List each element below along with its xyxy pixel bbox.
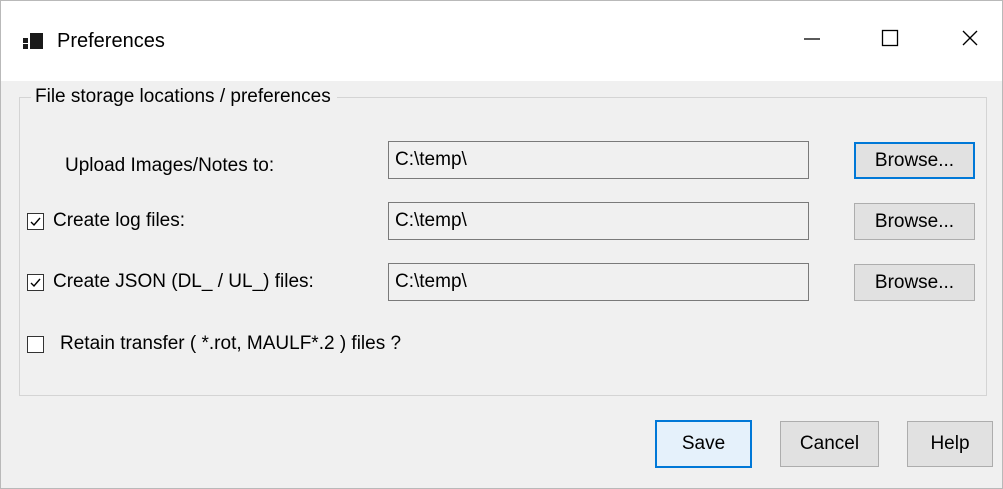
create-json-label: Create JSON (DL_ / UL_) files: [53, 271, 314, 292]
checkmark-icon [30, 278, 41, 288]
upload-browse-button[interactable]: Browse... [854, 142, 975, 179]
maximize-button[interactable] [859, 15, 921, 65]
create-log-label: Create log files: [53, 210, 186, 231]
json-browse-button[interactable]: Browse... [854, 264, 975, 301]
close-icon [960, 28, 980, 53]
log-browse-button[interactable]: Browse... [854, 203, 975, 240]
log-path-input[interactable] [388, 202, 809, 240]
upload-path-input[interactable] [388, 141, 809, 179]
save-button[interactable]: Save [655, 420, 752, 468]
checkmark-icon [30, 217, 41, 227]
cancel-button[interactable]: Cancel [780, 421, 879, 467]
create-log-checkbox[interactable] [27, 213, 44, 230]
upload-label: Upload Images/Notes to: [65, 155, 275, 176]
close-button[interactable] [939, 15, 1001, 65]
create-json-checkbox[interactable] [27, 274, 44, 291]
json-path-input[interactable] [388, 263, 809, 301]
retain-transfer-label: Retain transfer ( *.rot, MAULF*.2 ) file… [60, 333, 402, 354]
help-button[interactable]: Help [907, 421, 993, 467]
window-title: Preferences [57, 30, 165, 52]
minimize-button[interactable] [781, 15, 843, 65]
minimize-icon [802, 28, 822, 53]
title-bar[interactable]: Preferences [1, 1, 1002, 81]
app-window-icon [23, 32, 45, 50]
retain-transfer-checkbox[interactable] [27, 336, 44, 353]
maximize-icon [880, 28, 900, 53]
groupbox-label: File storage locations / preferences [31, 85, 337, 109]
preferences-window: Preferences File storage locations / pre… [0, 0, 1003, 489]
